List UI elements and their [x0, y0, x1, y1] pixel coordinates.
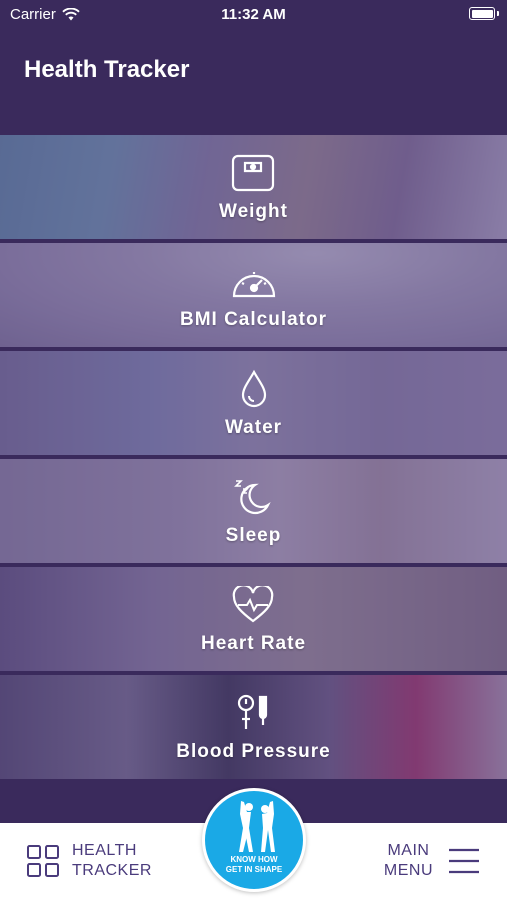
page-title: Health Tracker — [24, 56, 190, 83]
tile-blood-pressure[interactable]: Blood Pressure — [0, 675, 507, 779]
know-how-logo-button[interactable]: KNOW HOW GET IN SHAPE — [202, 788, 306, 892]
heart-pulse-icon — [229, 583, 277, 627]
tab-health-tracker-line2: TRACKER — [72, 862, 152, 879]
water-drop-icon — [230, 367, 278, 411]
tile-heart-rate[interactable]: Heart Rate — [0, 567, 507, 671]
tile-label-sleep: Sleep — [225, 525, 282, 546]
tile-bmi-calculator[interactable]: BMI Calculator — [0, 243, 507, 347]
tab-main-menu[interactable]: MAIN MENU — [384, 841, 481, 881]
status-time: 11:32 AM — [221, 6, 286, 23]
scale-icon — [229, 151, 277, 195]
tab-health-tracker[interactable]: HEALTH TRACKER — [26, 841, 152, 881]
tab-main-menu-line2: MENU — [383, 862, 433, 879]
logo-text-line2: GET IN SHAPE — [225, 865, 283, 874]
tile-weight[interactable]: Weight — [0, 135, 507, 239]
tile-sleep[interactable]: Sleep — [0, 459, 507, 563]
tile-label-water: Water — [224, 417, 283, 438]
battery-icon — [469, 7, 499, 20]
tile-label-blood-pressure: Blood Pressure — [176, 741, 331, 762]
tile-label-weight: Weight — [219, 201, 288, 222]
tile-label-bmi: BMI Calculator — [179, 309, 328, 330]
grid-icon — [27, 845, 59, 877]
gauge-icon — [230, 259, 278, 303]
tile-label-heart-rate: Heart Rate — [200, 633, 307, 654]
app-header: Health Tracker — [0, 30, 507, 135]
tile-water[interactable]: Water — [0, 351, 507, 455]
blood-pressure-icon — [230, 691, 278, 735]
logo-text-line1: KNOW HOW — [230, 855, 278, 864]
status-bar: Carrier 11:32 AM — [0, 0, 507, 30]
hamburger-menu-icon — [449, 848, 479, 874]
tab-health-tracker-line1: HEALTH — [72, 842, 137, 859]
tab-main-menu-line1: MAIN — [387, 842, 430, 859]
moon-sleep-icon — [229, 475, 277, 519]
tracker-list: Weight BMI Calculator Water Sleep Heart … — [0, 135, 507, 783]
fitness-couple-logo-icon — [239, 801, 275, 852]
